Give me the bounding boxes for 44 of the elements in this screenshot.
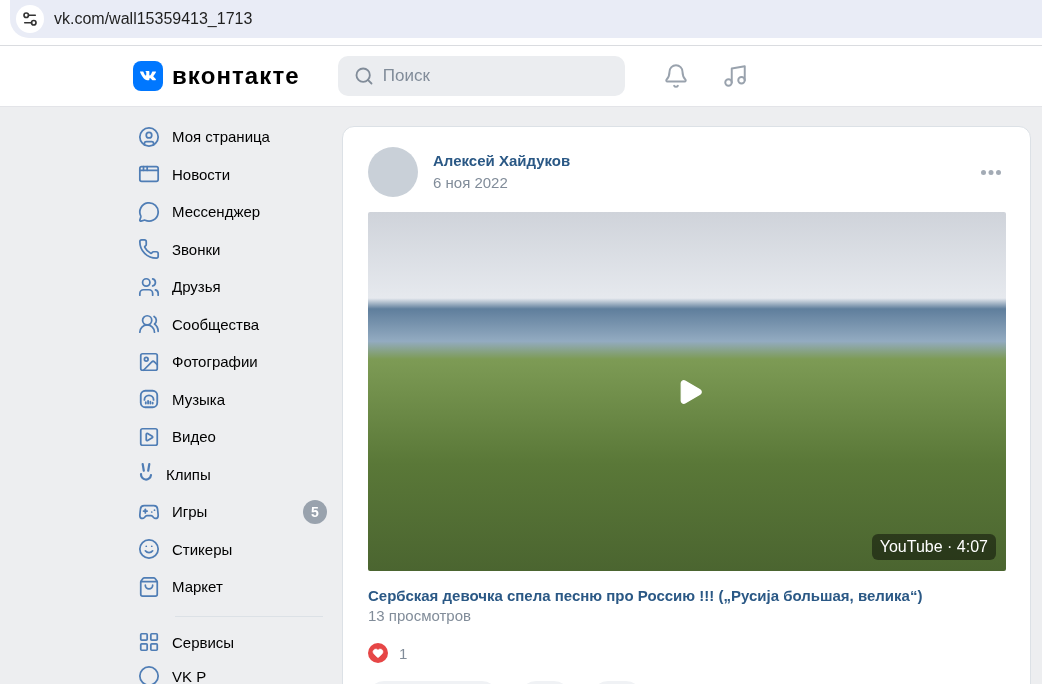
grid-icon xyxy=(138,631,160,654)
phone-icon xyxy=(138,238,160,261)
reaction-count: 1 xyxy=(399,644,408,662)
sidebar-item[interactable]: Моя страница xyxy=(133,118,327,156)
address-bar[interactable]: vk.com/wall15359413_1713 xyxy=(10,0,1042,38)
chat-bubble-icon xyxy=(138,200,160,223)
logo-icon[interactable] xyxy=(133,61,163,91)
photo-placeholder[interactable]: YouTube · 4:07 xyxy=(368,212,1006,571)
author-name[interactable]: Алексей Хайдуков xyxy=(433,151,571,171)
sidebar-item[interactable]: Маркет xyxy=(133,568,327,606)
sidebar-item[interactable]: Видео xyxy=(133,418,327,456)
group-icon xyxy=(138,313,160,336)
search-field[interactable]: Поиск xyxy=(337,56,625,96)
sidebar-item[interactable]: Мессенджер xyxy=(133,193,327,231)
sidebar-item[interactable]: VK P xyxy=(133,659,327,684)
sidebar-item[interactable]: Друзья xyxy=(133,268,327,306)
post-date: 6 ноя 2022 xyxy=(433,173,509,193)
counter-badge: 5 xyxy=(303,499,327,524)
sliders-icon[interactable] xyxy=(16,5,44,33)
sidebar-item[interactable]: Сообщества xyxy=(133,305,327,343)
profile-icon xyxy=(138,125,160,148)
sidebar-item[interactable]: Новости xyxy=(133,155,327,193)
search-icon xyxy=(353,66,374,86)
view-count: 13 просмотров xyxy=(368,606,472,626)
sidebar-item[interactable]: Стикеры xyxy=(133,530,327,568)
more-icon xyxy=(981,169,1001,175)
more-button[interactable] xyxy=(981,169,1001,175)
image-icon xyxy=(138,350,160,373)
music-note-icon xyxy=(721,63,748,89)
shopping-bag-icon xyxy=(138,575,160,598)
people-icon xyxy=(138,275,160,298)
music-icon xyxy=(138,388,160,411)
video-duration: YouTube · 4:07 xyxy=(871,534,996,560)
sidebar-item[interactable]: Музыка xyxy=(133,380,327,418)
sidebar-item[interactable]: Игры 5 xyxy=(133,493,327,531)
smiley-icon xyxy=(138,538,160,561)
video-title-link[interactable]: Сербская девочка спела песню про Россию !!! („Русија большая, велика“) xyxy=(368,586,1006,606)
sidebar-item[interactable]: Фотографии xyxy=(133,343,327,381)
bell-icon xyxy=(662,63,689,89)
video-icon xyxy=(138,425,160,448)
sidebar-item[interactable]: Сервисы xyxy=(133,625,327,660)
sidebar-item[interactable]: Клипы xyxy=(133,455,327,493)
logo-text: вконтакте xyxy=(172,62,300,90)
sidebar-item[interactable]: Звонки xyxy=(133,230,327,268)
